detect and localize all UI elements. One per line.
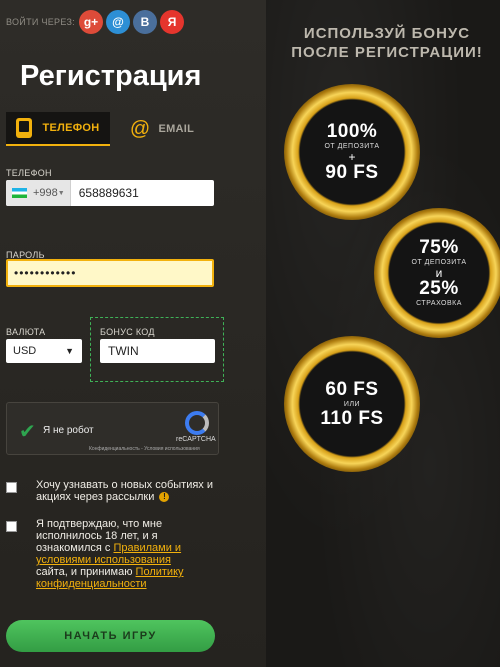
coin1-plus: + (348, 149, 356, 164)
bonus-coin-1: 100% ОТ ДЕПОЗИТА + 90 FS (284, 84, 420, 220)
country-code-value: +998 (33, 187, 58, 199)
currency-select[interactable]: USD ▼ (6, 339, 82, 363)
at-icon: @ (129, 117, 151, 140)
coin2-small: СТРАХОВКА (416, 300, 462, 307)
promo-code-label: БОНУС КОД (100, 327, 155, 337)
newsletter-label: Хочу узнавать о новых событиях и акциях … (36, 479, 213, 503)
newsletter-checkbox[interactable] (6, 482, 17, 493)
promo-code-input[interactable] (100, 339, 215, 363)
coin2-bottom: 25% (419, 278, 459, 299)
social-login: ВОЙТИ ЧЕРЕЗ: g+ @ В Я (6, 10, 187, 34)
terms-text: Я подтверждаю, что мне исполнилось 18 ле… (36, 518, 201, 590)
vk-icon[interactable]: В (133, 10, 157, 34)
start-game-button[interactable]: НАЧАТЬ ИГРУ (6, 620, 215, 652)
phone-label: ТЕЛЕФОН (6, 168, 52, 178)
phone-input[interactable] (70, 180, 234, 206)
uzbekistan-flag-icon (12, 188, 27, 198)
coin2-top: 75% (419, 237, 459, 258)
checkmark-icon[interactable]: ✔ (19, 419, 36, 444)
tab-phone-label: ТЕЛЕФОН (42, 122, 100, 134)
recaptcha-widget[interactable]: ✔ Я не робот reCAPTCHA Конфиденциальност… (6, 402, 219, 455)
registration-tabs: ТЕЛЕФОН @ EMAIL (6, 112, 214, 146)
registration-panel: ВОЙТИ ЧЕРЕЗ: g+ @ В Я Регистрация ТЕЛЕФО… (0, 0, 266, 667)
info-icon[interactable]: ! (159, 492, 170, 503)
terms-part2: сайта, и принимаю (36, 566, 136, 578)
page-title: Регистрация (20, 60, 202, 92)
coin3-bottom: 110 FS (320, 407, 384, 429)
bonus-coin-2: 75% ОТ ДЕПОЗИТА и 25% СТРАХОВКА (374, 208, 500, 338)
coin1-bottom: 90 FS (325, 161, 379, 183)
promo-headline-line2: ПОСЛЕ РЕГИСТРАЦИИ! (291, 44, 483, 61)
promo-headline-line1: ИСПОЛЬЗУЙ БОНУС (303, 25, 471, 42)
terms-checkbox[interactable] (6, 521, 17, 532)
social-login-label: ВОЙТИ ЧЕРЕЗ: (6, 17, 75, 27)
currency-label: ВАЛЮТА (6, 327, 46, 337)
tab-email[interactable]: @ EMAIL (110, 112, 214, 146)
yandex-icon[interactable]: Я (160, 10, 184, 34)
phone-icon (16, 118, 33, 138)
google-plus-icon[interactable]: g+ (79, 10, 103, 34)
chevron-down-icon: ▼ (57, 189, 65, 197)
promo-headline: ИСПОЛЬЗУЙ БОНУС ПОСЛЕ РЕГИСТРАЦИИ! (276, 24, 498, 62)
currency-value: USD (13, 345, 37, 357)
newsletter-text: Хочу узнавать о новых событиях и акциях … (36, 479, 226, 503)
recaptcha-icon (185, 411, 209, 435)
phone-field: +998 ▼ (6, 180, 234, 206)
coin3-top: 60 FS (325, 378, 379, 400)
recaptcha-label: Я не робот (43, 425, 94, 436)
bonus-coin-3: 60 FS ИЛИ 110 FS (284, 336, 420, 472)
password-input[interactable] (6, 259, 214, 287)
recaptcha-terms[interactable]: Конфиденциальность - Условия использован… (89, 446, 200, 452)
coin1-top: 100% (326, 120, 378, 142)
country-code-select[interactable]: +998 ▼ (6, 180, 71, 206)
tab-phone[interactable]: ТЕЛЕФОН (6, 112, 110, 146)
recaptcha-brand: reCAPTCHA (176, 436, 216, 443)
tab-email-label: EMAIL (158, 123, 195, 135)
chevron-down-icon: ▼ (65, 346, 74, 356)
bonus-promo-panel: ИСПОЛЬЗУЙ БОНУС ПОСЛЕ РЕГИСТРАЦИИ! 100% … (266, 0, 500, 667)
mail-icon[interactable]: @ (106, 10, 130, 34)
